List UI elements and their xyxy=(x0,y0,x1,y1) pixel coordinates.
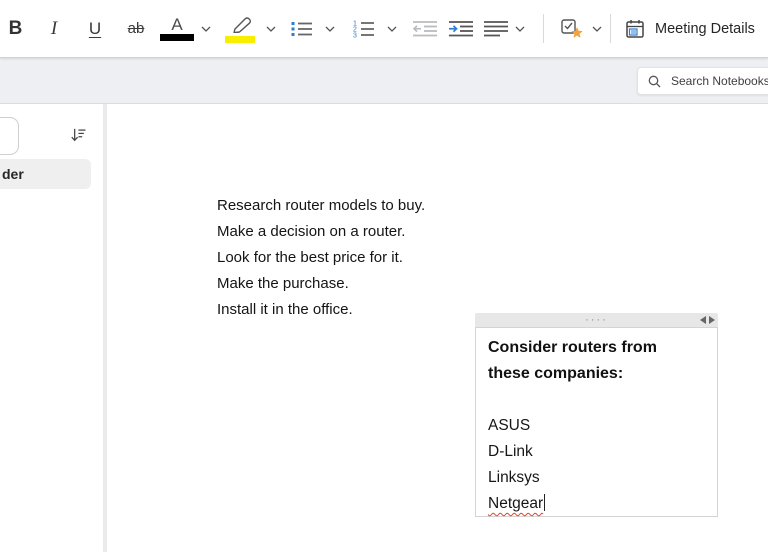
bold-icon: B xyxy=(8,17,23,39)
italic-button[interactable]: I xyxy=(41,12,67,46)
chevron-down-icon xyxy=(325,26,334,32)
numbered-list-icon: 1 2 3 xyxy=(353,21,374,39)
note-company-line[interactable]: Netgear xyxy=(488,491,707,517)
meeting-details-button[interactable]: Meeting Details xyxy=(620,11,759,47)
highlight-color-bar xyxy=(225,35,255,43)
tag-checkbox-star-icon xyxy=(561,19,583,38)
bullet-list-dropdown[interactable] xyxy=(321,12,338,46)
folder-label: der xyxy=(2,166,24,182)
decrease-indent-icon xyxy=(412,20,437,36)
meeting-details-label: Meeting Details xyxy=(655,20,755,37)
chevron-down-icon xyxy=(201,26,210,32)
note-container[interactable]: ···· Consider routers from these compani… xyxy=(475,313,718,517)
strikethrough-icon: ab xyxy=(127,20,145,37)
svg-text:3: 3 xyxy=(353,33,357,39)
note-company-line[interactable]: ASUS xyxy=(488,413,707,439)
numbered-list-dropdown[interactable] xyxy=(383,12,400,46)
note-container-body[interactable]: Consider routers from these companies: A… xyxy=(475,327,718,517)
task-line[interactable]: Research router models to buy. xyxy=(217,193,425,219)
note-heading-line[interactable]: these companies: xyxy=(488,361,707,387)
task-line[interactable]: Make the purchase. xyxy=(217,271,425,297)
search-band xyxy=(0,57,768,104)
underline-button[interactable]: U xyxy=(81,12,109,46)
highlight-button[interactable] xyxy=(222,12,260,46)
chevron-down-icon xyxy=(387,26,396,32)
task-line[interactable]: Look for the best price for it. xyxy=(217,245,425,271)
toolbar-separator xyxy=(543,14,544,43)
chevron-down-icon xyxy=(266,26,275,32)
highlighter-icon xyxy=(233,16,252,33)
align-text-icon xyxy=(484,20,508,36)
bold-button[interactable]: B xyxy=(2,12,29,46)
chevron-down-icon xyxy=(592,26,601,32)
resize-handle[interactable] xyxy=(700,316,715,324)
tag-dropdown[interactable] xyxy=(589,12,604,46)
note-company-line[interactable]: D-Link xyxy=(488,439,707,465)
font-color-dropdown[interactable] xyxy=(197,12,214,46)
resize-right-icon xyxy=(709,316,715,324)
alignment-button[interactable] xyxy=(481,12,511,46)
alignment-dropdown[interactable] xyxy=(512,12,527,46)
sort-button[interactable] xyxy=(62,119,94,151)
search-icon xyxy=(648,75,661,87)
partial-button[interactable] xyxy=(0,117,19,155)
highlight-dropdown[interactable] xyxy=(262,12,279,46)
formatting-toolbar: B I U ab A 1 2 3 Meeting Details xyxy=(0,0,768,58)
misspelled-word[interactable]: Netgear xyxy=(488,495,543,512)
font-color-button[interactable]: A xyxy=(158,12,196,46)
note-blank-line[interactable] xyxy=(488,387,707,413)
task-line[interactable]: Install it in the office. xyxy=(217,297,425,323)
tag-button[interactable] xyxy=(556,12,588,46)
search-box[interactable] xyxy=(637,67,768,95)
resize-left-icon xyxy=(700,316,706,324)
italic-icon: I xyxy=(50,17,58,39)
app-window: B I U ab A 1 2 3 Meeting Details Search … xyxy=(0,0,768,552)
note-heading-line[interactable]: Consider routers from xyxy=(488,335,707,361)
note-container-header[interactable]: ···· xyxy=(475,313,718,327)
toolbar-separator xyxy=(610,14,611,43)
page-text-block[interactable]: Research router models to buy. Make a de… xyxy=(217,193,425,323)
text-caret xyxy=(544,494,546,511)
bullet-list-icon xyxy=(291,21,312,36)
note-company-line[interactable]: Linksys xyxy=(488,465,707,491)
increase-indent-icon xyxy=(449,20,473,36)
bullet-list-button[interactable] xyxy=(287,12,317,46)
strikethrough-button[interactable]: ab xyxy=(120,12,152,46)
sort-descending-icon xyxy=(71,128,86,141)
font-color-icon: A xyxy=(160,16,194,41)
search-input[interactable] xyxy=(669,73,768,89)
task-line[interactable]: Make a decision on a router. xyxy=(217,219,425,245)
sidebar-item-folder-selected[interactable]: der xyxy=(0,159,91,189)
chevron-down-icon xyxy=(515,26,524,32)
increase-indent-button[interactable] xyxy=(445,12,477,46)
drag-handle-icon[interactable]: ···· xyxy=(585,315,608,326)
decrease-indent-button[interactable] xyxy=(409,12,441,46)
note-canvas[interactable]: Research router models to buy. Make a de… xyxy=(107,103,768,552)
sidebar: der xyxy=(0,103,103,552)
calendar-icon xyxy=(626,19,644,38)
numbered-list-button[interactable]: 1 2 3 xyxy=(349,12,379,46)
underline-icon: U xyxy=(88,18,102,38)
